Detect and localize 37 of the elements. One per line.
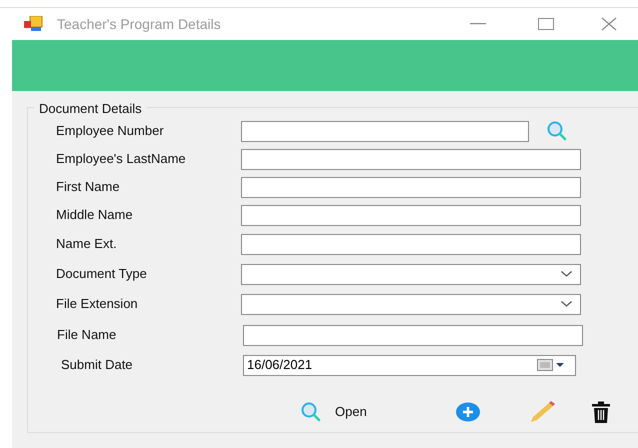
field-label: Employee Number [55,122,165,140]
search-icon [300,402,322,422]
field-label: Submit Date [60,356,134,374]
input-field[interactable] [241,120,529,142]
delete-button[interactable] [591,401,611,423]
minimize-icon [470,23,486,25]
search-button[interactable] [546,121,568,141]
calendar-icon [537,359,567,371]
close-icon [601,17,617,31]
chevron-down-icon [561,271,572,277]
input-field[interactable] [243,324,583,346]
add-button[interactable] [456,402,480,422]
field-label: First Name [55,178,121,196]
field-label: Middle Name [55,206,134,224]
input-field[interactable] [241,204,581,226]
plus-icon [456,402,480,422]
trash-icon [591,401,611,423]
open-button[interactable]: Open [300,402,410,422]
field-label: Employee's LastName [55,150,187,168]
field-label: Document Type [55,265,148,284]
edit-button[interactable] [529,401,557,423]
search-icon [546,121,568,141]
input-field[interactable] [241,234,581,254]
field-label: File Name [56,326,118,344]
input-field[interactable] [241,176,581,198]
date-value: 16/06/2021 [247,356,312,374]
maximize-icon [538,18,554,30]
pencil-icon [529,401,557,423]
input-field[interactable] [241,148,581,170]
field-label: File Extension [55,295,139,314]
field-label: Name Ext. [55,235,118,254]
date-field[interactable]: 16/06/2021 [243,354,576,376]
dropdown-field[interactable] [241,294,581,314]
dropdown-field[interactable] [241,264,581,284]
chevron-down-icon [561,301,572,307]
app-icon [23,16,43,32]
window-title: Teacher's Program Details [57,14,221,34]
